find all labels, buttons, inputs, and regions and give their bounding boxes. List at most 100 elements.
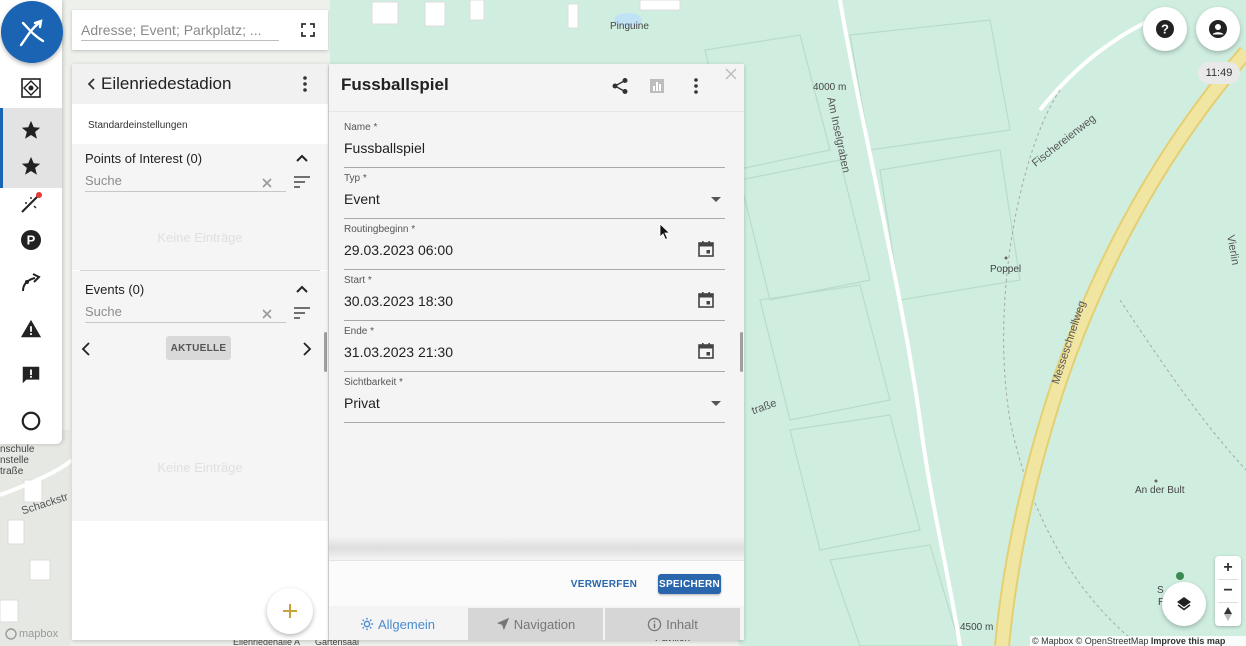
help-button[interactable]: ?: [1143, 7, 1187, 51]
sidebar-item-warnings[interactable]: [0, 307, 62, 351]
close-icon[interactable]: [724, 67, 738, 81]
tab-allgemein-label: Allgemein: [377, 616, 436, 632]
scrollbar[interactable]: [324, 332, 327, 372]
statistics-button[interactable]: [646, 75, 668, 97]
map-label-poppel: Poppel: [990, 264, 1022, 275]
star-icon: [21, 120, 41, 139]
location-panel-header: Eilenriedestadion: [72, 64, 328, 104]
tab-navigation[interactable]: Navigation: [466, 608, 603, 640]
scrollbar[interactable]: [740, 332, 743, 372]
location-panel: Eilenriedestadion Standardeinstellungen …: [72, 64, 328, 640]
account-icon: [1209, 20, 1227, 38]
chevron-right-icon[interactable]: [299, 340, 315, 358]
events-section-title[interactable]: Events (0): [85, 282, 144, 297]
sidebar-item-feedback[interactable]: [0, 353, 62, 397]
layers-button[interactable]: [1162, 582, 1206, 626]
attribution-mapbox[interactable]: © Mapbox: [1032, 636, 1073, 646]
routing-start-value[interactable]: 29.03.2023 06:00: [344, 242, 453, 258]
dropdown-arrow-icon[interactable]: [711, 197, 721, 202]
name-field-value[interactable]: Fussballspiel: [344, 140, 425, 156]
attribution-osm[interactable]: © OpenStreetMap: [1076, 636, 1149, 646]
more-vert-icon: [694, 78, 698, 94]
map-attribution: © Mapbox © OpenStreetMap Improve this ma…: [1030, 636, 1246, 646]
poi-section-title[interactable]: Points of Interest (0): [85, 151, 202, 166]
start-field[interactable]: Start * 30.03.2023 18:30: [344, 275, 725, 321]
poi-search-input[interactable]: [85, 170, 286, 192]
search-input[interactable]: [81, 19, 279, 41]
end-value[interactable]: 31.03.2023 21:30: [344, 344, 453, 360]
back-icon[interactable]: [84, 76, 100, 92]
tab-inhalt[interactable]: Inhalt: [603, 608, 740, 640]
type-select[interactable]: Typ * Event: [344, 173, 725, 219]
map-label-strasse: traße: [0, 466, 24, 477]
map-overview-icon: [21, 78, 41, 98]
zoom-in-button[interactable]: +: [1215, 556, 1241, 579]
events-filter-chip[interactable]: AKTUELLE: [166, 336, 231, 360]
app-logo-button[interactable]: [1, 1, 63, 63]
zoom-out-button[interactable]: −: [1215, 579, 1241, 602]
discard-button[interactable]: VERWERFEN: [569, 573, 639, 595]
mapbox-logo-text: mapbox: [19, 628, 59, 640]
map-label-elevation: 4000 m: [813, 82, 847, 93]
visibility-select[interactable]: Sichtbarkeit * Privat: [344, 377, 725, 423]
calendar-icon[interactable]: [697, 240, 715, 258]
sort-icon[interactable]: [293, 175, 311, 189]
routing-start-label: Routingbeginn *: [344, 224, 416, 235]
share-button[interactable]: [609, 75, 631, 97]
compass-icon: [1224, 606, 1232, 621]
info-icon: [647, 617, 662, 631]
save-button[interactable]: SPEICHERN: [658, 574, 721, 594]
type-select-value[interactable]: Event: [344, 191, 380, 207]
chevron-left-icon[interactable]: [78, 340, 94, 358]
improve-map-link[interactable]: Improve this map: [1151, 636, 1226, 646]
chevron-up-icon[interactable]: [294, 150, 310, 166]
map-label-sr: S: [1157, 585, 1164, 596]
star-icon: [21, 156, 41, 175]
chevron-up-icon[interactable]: [294, 281, 310, 297]
end-label: Ende *: [344, 326, 375, 337]
mapbox-logo[interactable]: mapbox: [5, 626, 58, 642]
circle-icon: [21, 411, 41, 431]
event-edit-header: Fussballspiel: [329, 64, 744, 112]
mapbox-logo-icon: [5, 628, 17, 640]
tab-allgemein[interactable]: Allgemein: [329, 608, 466, 640]
calendar-icon[interactable]: [697, 291, 715, 309]
zoom-control: + −: [1215, 556, 1241, 626]
default-settings-link[interactable]: Standardeinstellungen: [88, 120, 188, 131]
fullscreen-icon: [301, 23, 315, 37]
share-icon: [612, 78, 628, 94]
events-search-input[interactable]: [85, 301, 286, 323]
time-badge: 11:49: [1198, 62, 1240, 84]
event-more-button[interactable]: [685, 75, 707, 97]
compass-button[interactable]: [1215, 602, 1241, 625]
more-vert-icon[interactable]: [297, 74, 313, 94]
clear-icon[interactable]: [260, 176, 274, 190]
form-actions: VERWERFEN SPEICHERN: [329, 560, 744, 606]
fullscreen-button[interactable]: [297, 20, 319, 40]
end-field[interactable]: Ende * 31.03.2023 21:30: [344, 326, 725, 372]
account-button[interactable]: [1196, 7, 1240, 51]
bar-chart-icon: [650, 79, 664, 93]
add-button[interactable]: [267, 588, 313, 634]
sidebar-item-routes[interactable]: [0, 260, 62, 304]
start-value[interactable]: 30.03.2023 18:30: [344, 293, 453, 309]
dropdown-arrow-icon[interactable]: [711, 401, 721, 406]
sort-icon[interactable]: [293, 306, 311, 320]
magic-wand-icon: [21, 192, 42, 213]
sidebar-item-overview[interactable]: [0, 66, 62, 110]
location-title: Eilenriedestadion: [101, 74, 232, 93]
clear-icon[interactable]: [260, 307, 274, 321]
sidebar-rail: P: [0, 0, 63, 444]
tab-navigation-label: Navigation: [513, 616, 576, 632]
event-tabs: Allgemein Navigation Inhalt: [329, 608, 744, 640]
calendar-icon[interactable]: [697, 342, 715, 360]
name-field[interactable]: Name * Fussballspiel: [344, 122, 725, 168]
sidebar-item-parking[interactable]: P: [0, 218, 62, 262]
layers-icon: [1177, 597, 1191, 611]
gear-icon: [360, 617, 374, 631]
warning-icon: [20, 319, 42, 338]
scroll-shadow: [329, 536, 744, 560]
visibility-label: Sichtbarkeit *: [344, 377, 403, 388]
visibility-value[interactable]: Privat: [344, 395, 380, 411]
sidebar-item-circle[interactable]: [0, 399, 62, 443]
